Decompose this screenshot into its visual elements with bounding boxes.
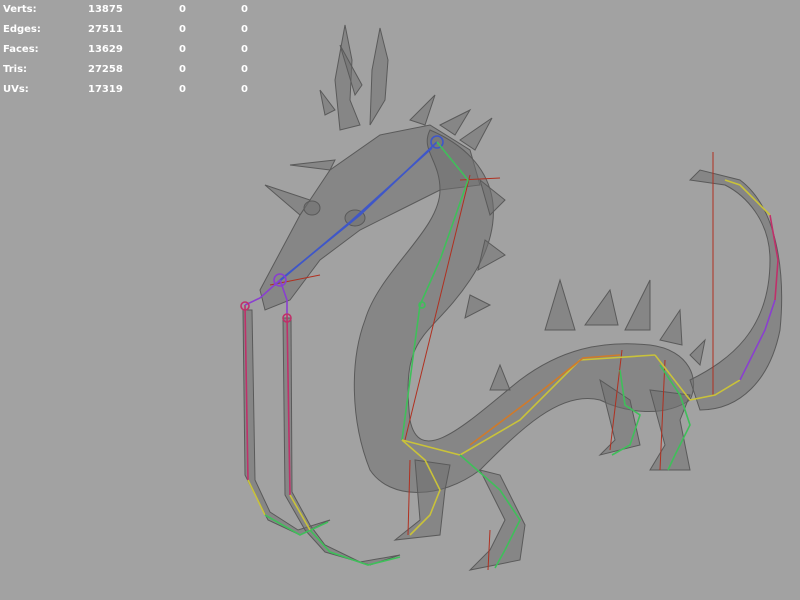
hud-selected: 0 [179,24,186,35]
hud-selected: 0 [179,44,186,55]
hud-selected: 0 [179,64,186,75]
hud-total: 13629 [88,44,123,55]
hud-component: 0 [241,4,248,15]
hud-component: 0 [241,64,248,75]
hud-row-edges: Edges: 27511 0 0 [3,20,263,40]
hud-component: 0 [241,24,248,35]
hud-label: Tris: [3,64,28,75]
hud-label: Edges: [3,24,41,35]
poly-count-hud: Verts: 13875 0 0 Edges: 27511 0 0 Faces:… [3,0,263,100]
hud-row-faces: Faces: 13629 0 0 [3,40,263,60]
hud-component: 0 [241,44,248,55]
hud-selected: 0 [179,84,186,95]
hud-label: Faces: [3,44,39,55]
hud-component: 0 [241,84,248,95]
hud-total: 13875 [88,4,123,15]
hud-row-uvs: UVs: 17319 0 0 [3,80,263,100]
hud-label: UVs: [3,84,29,95]
hud-total: 17319 [88,84,123,95]
hud-total: 27258 [88,64,123,75]
hud-label: Verts: [3,4,37,15]
hud-row-verts: Verts: 13875 0 0 [3,0,263,20]
dragon-mesh[interactable] [242,24,783,571]
hud-row-tris: Tris: 27258 0 0 [3,60,263,80]
hud-selected: 0 [179,4,186,15]
hud-total: 27511 [88,24,123,35]
